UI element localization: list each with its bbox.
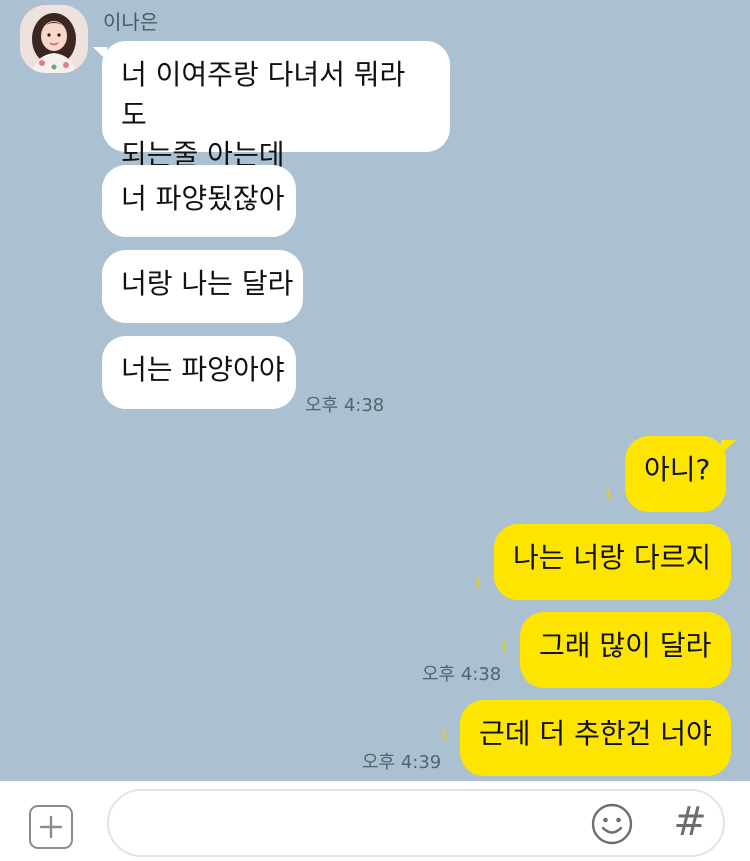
outgoing-message[interactable]: 근데 더 추한건 너야 (460, 700, 731, 776)
incoming-message[interactable]: 너는 파양아야 (102, 336, 296, 409)
sender-avatar[interactable] (20, 5, 88, 73)
input-bar: # (0, 781, 750, 861)
sender-name: 이나은 (103, 10, 159, 34)
outgoing-message[interactable]: 아니? (625, 436, 736, 512)
portrait-image (20, 5, 88, 73)
hashtag-button[interactable]: # (667, 799, 713, 845)
message-time: 오후 4:38 (422, 664, 502, 685)
add-attachment-button[interactable] (29, 805, 73, 849)
incoming-message[interactable]: 너 파양됬잖아 (102, 165, 296, 237)
unread-count: 1 (604, 486, 614, 504)
message-time: 오후 4:39 (362, 752, 442, 773)
message-time: 오후 4:38 (305, 395, 385, 416)
unread-count: 1 (499, 638, 509, 656)
incoming-message[interactable]: 너 이여주랑 다녀서 뭐라도 되는줄 아는데 (93, 41, 450, 171)
message-field[interactable]: # (107, 789, 725, 857)
message-input[interactable] (133, 805, 577, 843)
incoming-message[interactable]: 너랑 나는 달라 (102, 250, 303, 323)
smiley-icon (591, 803, 633, 845)
unread-count: 1 (473, 574, 483, 592)
emoji-button[interactable] (589, 801, 635, 847)
chat-area: 이나은 너 이여주랑 다녀서 뭐라도 되는줄 아는데 너 파양됬잖아 너랑 나는… (0, 0, 750, 780)
plus-icon (39, 815, 63, 839)
unread-count: 1 (439, 726, 449, 744)
outgoing-message[interactable]: 그래 많이 달라 (520, 612, 731, 688)
outgoing-message[interactable]: 나는 너랑 다르지 (494, 524, 731, 600)
